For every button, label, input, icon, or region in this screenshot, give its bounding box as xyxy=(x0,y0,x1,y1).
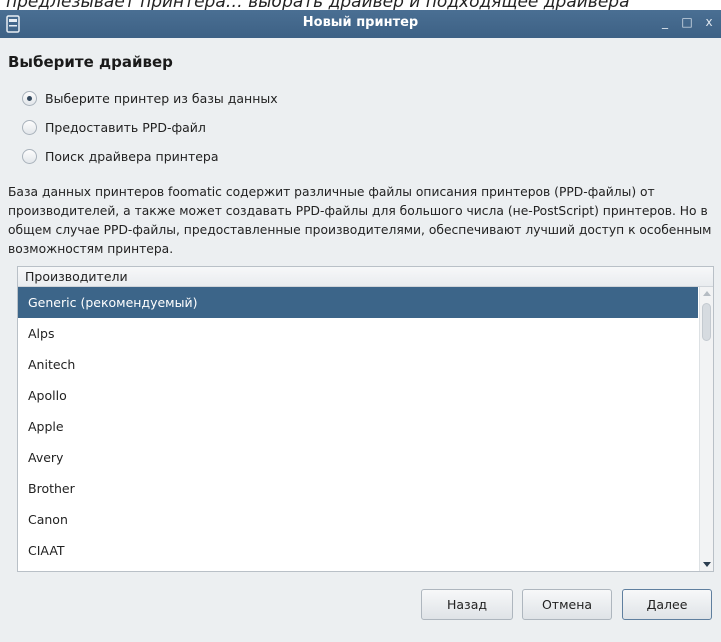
radio-option-database[interactable]: Выберите принтер из базы данных xyxy=(22,91,278,106)
scroll-thumb[interactable] xyxy=(702,303,711,341)
radio-option-search-driver[interactable]: Поиск драйвера принтера xyxy=(22,149,219,164)
manufacturers-list[interactable]: Производители Generic (рекомендуемый) Al… xyxy=(17,266,714,572)
radio-label: Предоставить PPD-файл xyxy=(45,120,206,135)
radio-button[interactable] xyxy=(22,91,37,106)
list-item[interactable]: Generic (рекомендуемый) xyxy=(18,287,698,318)
scroll-down-icon[interactable] xyxy=(703,562,711,567)
radio-option-ppd-file[interactable]: Предоставить PPD-файл xyxy=(22,120,206,135)
title-bar[interactable]: Новый принтер _ □ x xyxy=(0,10,721,38)
back-button[interactable]: Назад xyxy=(421,589,513,620)
list-item[interactable]: Alps xyxy=(18,318,698,349)
list-item[interactable]: Apple xyxy=(18,411,698,442)
list-item[interactable]: CIAAT xyxy=(18,535,698,566)
description-text: База данных принтеров foomatic содержит … xyxy=(8,185,712,256)
radio-button[interactable] xyxy=(22,120,37,135)
next-button[interactable]: Далее xyxy=(622,589,712,620)
list-item[interactable]: Anitech xyxy=(18,349,698,380)
window-title: Новый принтер xyxy=(302,15,419,30)
close-icon[interactable]: x xyxy=(703,15,715,29)
radio-label: Выберите принтер из базы данных xyxy=(45,91,278,106)
minimize-icon[interactable]: _ xyxy=(659,15,671,29)
radio-button[interactable] xyxy=(22,149,37,164)
scroll-up-icon[interactable] xyxy=(703,291,711,296)
list-item[interactable]: Apollo xyxy=(18,380,698,411)
new-printer-window: Новый принтер _ □ x Выберите драйвер Выб… xyxy=(0,10,721,642)
list-item[interactable]: Brother xyxy=(18,473,698,504)
vertical-scrollbar[interactable] xyxy=(699,287,713,571)
cancel-button[interactable]: Отмена xyxy=(522,589,612,620)
radio-label: Поиск драйвера принтера xyxy=(45,149,219,164)
list-item[interactable]: Canon xyxy=(18,504,698,535)
page-title: Выберите драйвер xyxy=(8,53,173,71)
maximize-icon[interactable]: □ xyxy=(681,15,693,29)
caption-strip: предлезывает принтера… выбрать драйвер и… xyxy=(0,0,721,10)
list-column-header[interactable]: Производители xyxy=(18,267,713,287)
list-item[interactable]: Avery xyxy=(18,442,698,473)
